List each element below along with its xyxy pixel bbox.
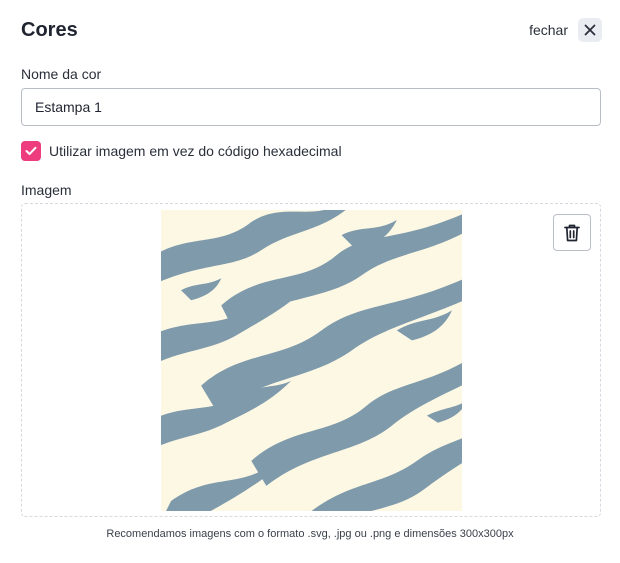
modal-header: Cores fechar: [21, 18, 602, 44]
delete-image-button[interactable]: [553, 214, 591, 251]
close-label[interactable]: fechar: [529, 22, 568, 38]
close-icon: [584, 24, 596, 36]
checkmark-icon: [25, 146, 37, 155]
use-image-checkbox[interactable]: [21, 141, 41, 161]
image-label: Imagem: [21, 182, 72, 198]
close-button[interactable]: [578, 18, 602, 42]
use-image-checkbox-row[interactable]: Utilizar imagem em vez do código hexadec…: [21, 140, 342, 162]
image-format-hint: Recomendamos imagens com o formato .svg,…: [106, 528, 514, 540]
zebra-pattern-image: [161, 210, 462, 511]
color-name-label: Nome da cor: [21, 66, 102, 82]
color-name-input[interactable]: [21, 88, 601, 126]
trash-icon: [564, 224, 580, 241]
use-image-checkbox-label: Utilizar imagem em vez do código hexadec…: [49, 143, 342, 159]
image-dropzone[interactable]: [21, 203, 601, 517]
modal-title: Cores: [21, 19, 78, 41]
